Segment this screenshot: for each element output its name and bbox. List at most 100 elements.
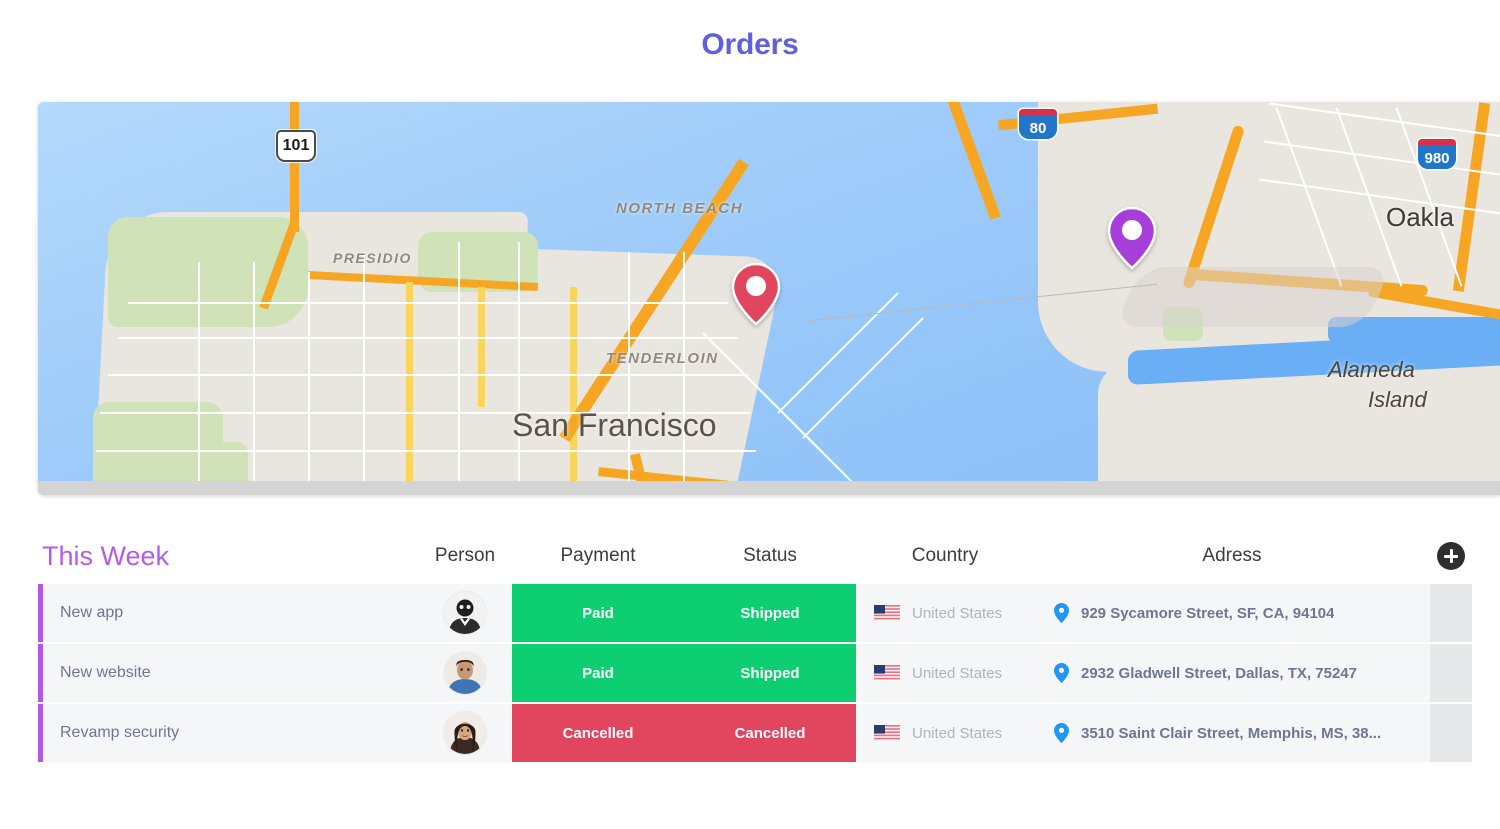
map-road-mission — [478, 287, 485, 407]
row-status-cell: Shipped — [684, 584, 856, 642]
map-street-vert-3 — [308, 272, 310, 495]
row-tail-cell[interactable] — [1430, 644, 1472, 702]
row-person-cell — [418, 584, 512, 642]
row-accent-bar — [38, 644, 43, 702]
table-header-row: This Week Person Payment Status Country … — [38, 528, 1472, 584]
column-header-status[interactable]: Status — [684, 545, 856, 567]
table-row[interactable]: Revamp security Cancelled Cancelled Unit… — [38, 704, 1472, 762]
row-person-cell — [418, 644, 512, 702]
row-task-label: New app — [60, 604, 124, 621]
row-adress-label: 3510 Saint Clair Street, Memphis, MS, 38… — [1081, 724, 1382, 742]
highway-shield-101-icon: 101 — [276, 130, 316, 162]
row-country-cell: United States — [856, 644, 1034, 702]
map-road-van-ness — [570, 287, 577, 495]
map-street-vert-7 — [628, 252, 630, 495]
row-task-label: New website — [60, 664, 151, 681]
row-country-label: United States — [912, 664, 1003, 682]
map-street-vert-5 — [458, 242, 460, 495]
map-canvas[interactable]: PRESIDIO NORTH BEACH TENDERLOIN San Fran… — [38, 102, 1500, 495]
location-pin-icon — [1054, 663, 1069, 683]
avatar-icon — [444, 592, 486, 634]
row-task-cell: Revamp security — [38, 704, 418, 762]
map-label-tenderloin: TENDERLOIN — [606, 350, 719, 367]
row-accent-bar — [38, 584, 43, 642]
row-task-cell: New website — [38, 644, 418, 702]
payment-badge: Paid — [512, 644, 684, 702]
row-accent-bar — [38, 704, 43, 762]
highway-shield-80-icon: 80 — [1019, 109, 1057, 139]
orders-table: This Week Person Payment Status Country … — [38, 528, 1472, 764]
map-pin-icon — [1107, 206, 1157, 270]
page-title: Orders — [701, 28, 799, 61]
map-label-san-francisco: San Francisco — [512, 407, 717, 443]
column-header-person[interactable]: Person — [418, 545, 512, 567]
map-road-101-north — [290, 102, 299, 232]
row-status-cell: Cancelled — [684, 704, 856, 762]
status-badge: Shipped — [684, 644, 856, 702]
avatar[interactable] — [444, 652, 486, 694]
map-label-island: Island — [1368, 387, 1427, 412]
highway-shield-980-icon: 980 — [1418, 139, 1456, 169]
row-status-cell: Shipped — [684, 644, 856, 702]
row-adress-cell: 929 Sycamore Street, SF, CA, 94104 — [1034, 584, 1430, 642]
row-payment-cell: Paid — [512, 644, 684, 702]
row-task-label: Revamp security — [60, 724, 180, 741]
status-badge: Cancelled — [684, 704, 856, 762]
location-pin-icon — [1054, 723, 1069, 743]
row-tail-cell[interactable] — [1430, 704, 1472, 762]
add-order-button[interactable] — [1437, 542, 1465, 570]
map-street-vert-4 — [363, 252, 365, 495]
orders-map[interactable]: PRESIDIO NORTH BEACH TENDERLOIN San Fran… — [38, 102, 1500, 495]
row-person-cell — [418, 704, 512, 762]
avatar[interactable] — [444, 712, 486, 754]
row-adress-cell: 2932 Gladwell Street, Dallas, TX, 75247 — [1034, 644, 1430, 702]
row-task-cell: New app — [38, 584, 418, 642]
orders-page: Orders PRESIDIO NORTH BEACH TENDERLOIN S… — [0, 0, 1500, 829]
us-flag-icon — [874, 605, 900, 621]
row-country-label: United States — [912, 604, 1003, 622]
map-street-grid-3 — [108, 374, 748, 376]
us-flag-icon — [874, 725, 900, 741]
table-row[interactable]: New app Paid Shipped United States 929 S… — [38, 584, 1472, 642]
map-street-vert-6 — [518, 242, 520, 495]
row-adress-cell: 3510 Saint Clair Street, Memphis, MS, 38… — [1034, 704, 1430, 762]
row-country-cell: United States — [856, 584, 1034, 642]
map-street-vert-8 — [683, 252, 685, 495]
map-street-grid-2 — [118, 337, 738, 339]
table-title-this-week: This Week — [42, 540, 170, 571]
column-header-adress[interactable]: Adress — [1034, 545, 1430, 567]
map-street-grid-1 — [128, 302, 728, 304]
status-badge: Shipped — [684, 584, 856, 642]
table-row[interactable]: New website Paid Shipped United States 2… — [38, 644, 1472, 702]
column-header-country[interactable]: Country — [856, 545, 1034, 567]
row-adress-label: 2932 Gladwell Street, Dallas, TX, 75247 — [1081, 664, 1357, 682]
map-street-vert-2 — [253, 262, 255, 495]
add-order-cell — [1430, 542, 1472, 570]
row-tail-cell[interactable] — [1430, 584, 1472, 642]
map-footer-bar — [38, 481, 1500, 495]
us-flag-icon — [874, 665, 900, 681]
avatar-icon — [444, 712, 486, 754]
map-pin-icon — [731, 262, 781, 326]
map-street-vert-1 — [198, 262, 200, 495]
map-label-north-beach: NORTH BEACH — [616, 200, 744, 217]
row-payment-cell: Cancelled — [512, 704, 684, 762]
map-street-grid-5 — [96, 450, 756, 452]
row-payment-cell: Paid — [512, 584, 684, 642]
row-country-label: United States — [912, 724, 1003, 742]
payment-badge: Paid — [512, 584, 684, 642]
san-francisco-marker[interactable] — [730, 260, 782, 328]
payment-badge: Cancelled — [512, 704, 684, 762]
map-label-presidio: PRESIDIO — [333, 250, 412, 266]
avatar[interactable] — [444, 592, 486, 634]
avatar-icon — [444, 652, 486, 694]
row-adress-label: 929 Sycamore Street, SF, CA, 94104 — [1081, 604, 1335, 622]
oakland-marker[interactable] — [1106, 204, 1158, 272]
map-label-oakland: Oakla — [1386, 202, 1454, 232]
row-country-cell: United States — [856, 704, 1034, 762]
location-pin-icon — [1054, 603, 1069, 623]
map-railyard — [1114, 267, 1392, 327]
map-label-alameda: Alameda — [1328, 357, 1415, 382]
map-road-19th-ave — [406, 282, 413, 495]
column-header-payment[interactable]: Payment — [512, 545, 684, 567]
